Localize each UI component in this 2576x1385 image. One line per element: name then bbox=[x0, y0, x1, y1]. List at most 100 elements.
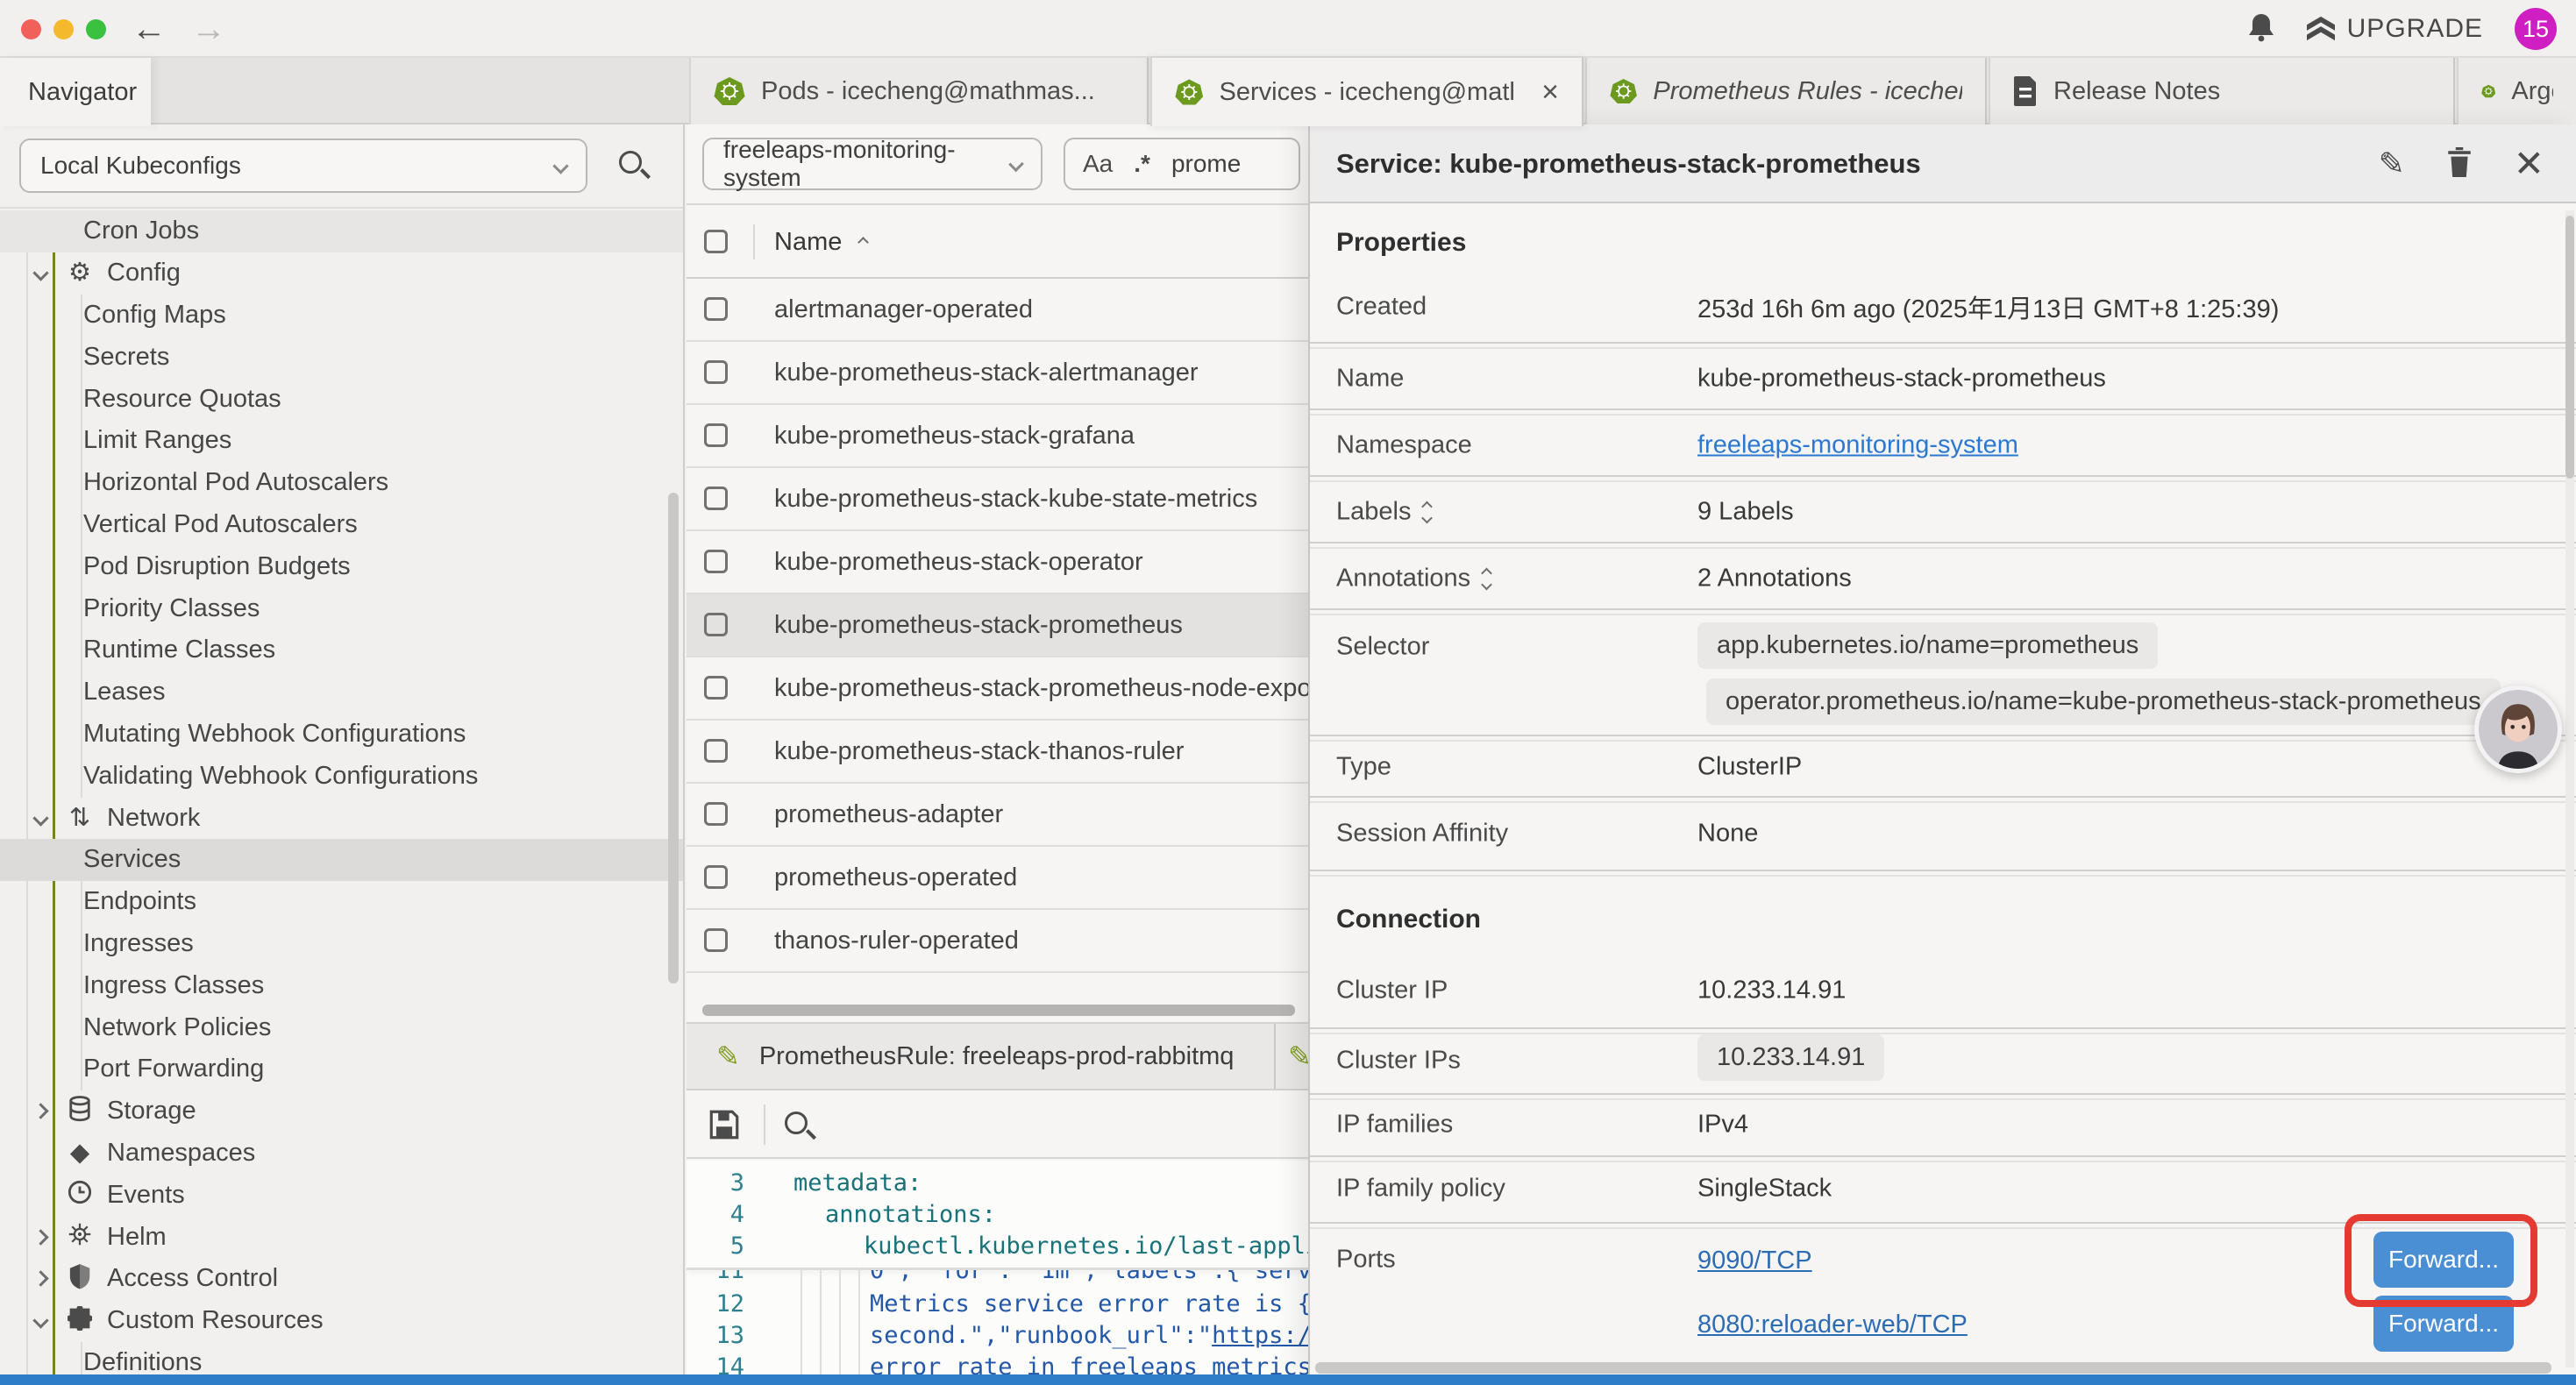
sidebar-item-secrets[interactable]: Secrets bbox=[0, 336, 683, 378]
sidebar-item-port-forwarding[interactable]: Port Forwarding bbox=[0, 1048, 683, 1090]
row-checkbox[interactable] bbox=[704, 360, 728, 384]
cluster-ip-chip[interactable]: 10.233.14.91 bbox=[1697, 1034, 1884, 1081]
expand-collapse-icon[interactable] bbox=[1483, 569, 1491, 588]
row-checkbox[interactable] bbox=[704, 613, 728, 636]
chevron-right-icon[interactable] bbox=[32, 1271, 48, 1287]
service-row[interactable]: kube-prometheus-stack-alertmanager bbox=[687, 342, 1308, 405]
chevron-right-icon[interactable] bbox=[32, 1229, 48, 1245]
port-link[interactable]: 8080:reloader-web/TCP bbox=[1697, 1310, 1968, 1339]
name-column-header[interactable]: Name bbox=[774, 228, 842, 257]
sidebar-item-endpoints[interactable]: Endpoints bbox=[0, 881, 683, 923]
upgrade-button[interactable]: UPGRADE bbox=[2307, 14, 2483, 44]
select-all-checkbox[interactable] bbox=[704, 230, 728, 253]
sidebar-item-leases[interactable]: Leases bbox=[0, 671, 683, 714]
sidebar-item-services[interactable]: Services bbox=[0, 839, 683, 881]
sidebar-group-access-control[interactable]: Access Control bbox=[0, 1258, 683, 1300]
tab-prometheus-rules[interactable]: Prometheus Rules - icecheng... bbox=[1585, 58, 1987, 124]
sidebar-item-events[interactable]: Events bbox=[0, 1174, 683, 1216]
edit-pencil-icon[interactable]: ✎ bbox=[2379, 146, 2405, 182]
delete-trash-icon[interactable] bbox=[2447, 147, 2472, 181]
scrollbar-thumb[interactable] bbox=[2565, 216, 2574, 479]
sidebar-item-network-policies[interactable]: Network Policies bbox=[0, 1006, 683, 1048]
sidebar-item-limit-ranges[interactable]: Limit Ranges bbox=[0, 420, 683, 462]
chevron-down-icon[interactable] bbox=[32, 810, 48, 826]
row-value[interactable]: 2 Annotations bbox=[1697, 565, 1852, 593]
back-arrow-icon[interactable]: ← bbox=[132, 10, 167, 49]
sidebar-item-vertical-pod-autoscalers[interactable]: Vertical Pod Autoscalers bbox=[0, 504, 683, 546]
sidebar-item-horizontal-pod-autoscalers[interactable]: Horizontal Pod Autoscalers bbox=[0, 462, 683, 504]
maximize-window-button[interactable] bbox=[86, 19, 106, 39]
tab-pods[interactable]: Pods - icecheng@mathmas... bbox=[689, 58, 1149, 124]
sidebar-item-config-maps[interactable]: Config Maps bbox=[0, 295, 683, 337]
forward-arrow-icon[interactable]: → bbox=[191, 10, 226, 49]
close-window-button[interactable] bbox=[21, 19, 41, 39]
sidebar-search-icon[interactable] bbox=[619, 151, 642, 174]
minimize-window-button[interactable] bbox=[53, 19, 74, 39]
navigator-panel-tab[interactable]: Navigator bbox=[0, 58, 151, 126]
row-checkbox[interactable] bbox=[704, 928, 728, 952]
service-row[interactable]: prometheus-adapter bbox=[687, 784, 1308, 847]
service-row-selected[interactable]: kube-prometheus-stack-prometheus bbox=[687, 594, 1308, 657]
bell-icon[interactable] bbox=[2247, 12, 2275, 46]
port-link[interactable]: 9090/TCP bbox=[1697, 1246, 1812, 1275]
code-link[interactable]: https://net bbox=[1212, 1322, 1308, 1349]
tab-argo[interactable]: Argo Se bbox=[2457, 58, 2576, 124]
editor-tab-partial[interactable]: ✎ bbox=[1277, 1024, 1308, 1089]
sidebar-item-validating-webhook-configurations[interactable]: Validating Webhook Configurations bbox=[0, 755, 683, 797]
row-checkbox[interactable] bbox=[704, 865, 728, 889]
service-row[interactable]: kube-prometheus-stack-kube-state-metrics bbox=[687, 468, 1308, 531]
sidebar-group-storage[interactable]: Storage bbox=[0, 1090, 683, 1133]
sidebar-item-cron-jobs[interactable]: Cron Jobs bbox=[0, 210, 683, 252]
kubeconfig-selector[interactable]: Local Kubeconfigs bbox=[19, 138, 587, 193]
sidebar-scrollbar[interactable] bbox=[668, 493, 679, 984]
namespace-selector[interactable]: freeleaps-monitoring-system bbox=[702, 138, 1042, 190]
editor-search-icon[interactable] bbox=[785, 1112, 808, 1134]
sidebar-group-helm[interactable]: Helm bbox=[0, 1216, 683, 1258]
row-checkbox[interactable] bbox=[704, 676, 728, 700]
row-checkbox[interactable] bbox=[704, 487, 728, 510]
service-row[interactable]: prometheus-operated bbox=[687, 847, 1308, 910]
tab-release-notes[interactable]: Release Notes bbox=[1989, 58, 2455, 124]
namespace-link[interactable]: freeleaps-monitoring-system bbox=[1697, 431, 2018, 460]
expand-collapse-icon[interactable] bbox=[1423, 502, 1431, 522]
sidebar-group-config[interactable]: ⚙ Config bbox=[0, 252, 683, 295]
user-avatar[interactable] bbox=[2474, 685, 2562, 773]
sidebar-item-pod-disruption-budgets[interactable]: Pod Disruption Budgets bbox=[0, 545, 683, 587]
sidebar-item-ingresses[interactable]: Ingresses bbox=[0, 923, 683, 965]
yaml-editor[interactable]: 3metadata: 4annotations: 5kubectl.kubern… bbox=[687, 1161, 1308, 1385]
sidebar-item-runtime-classes[interactable]: Runtime Classes bbox=[0, 629, 683, 671]
row-checkbox[interactable] bbox=[704, 802, 728, 826]
notification-count-badge[interactable]: 15 bbox=[2515, 8, 2557, 50]
horizontal-scrollbar[interactable] bbox=[702, 1005, 1295, 1016]
selector-chip[interactable]: operator.prometheus.io/name=kube-prometh… bbox=[1706, 678, 2501, 725]
chevron-down-icon[interactable] bbox=[32, 1312, 48, 1328]
list-search-box[interactable]: Aa .* bbox=[1064, 138, 1300, 190]
close-icon[interactable]: ✕ bbox=[2514, 146, 2544, 182]
row-checkbox[interactable] bbox=[704, 550, 728, 573]
service-row[interactable]: alertmanager-operated bbox=[687, 279, 1308, 342]
sidebar-item-ingress-classes[interactable]: Ingress Classes bbox=[0, 964, 683, 1006]
service-row[interactable]: kube-prometheus-stack-grafana bbox=[687, 405, 1308, 468]
row-checkbox[interactable] bbox=[704, 423, 728, 447]
tab-services-active[interactable]: Services - icecheng@math... × bbox=[1150, 58, 1583, 126]
sort-ascending-icon[interactable] bbox=[857, 237, 869, 248]
service-row[interactable]: kube-prometheus-stack-thanos-ruler bbox=[687, 721, 1308, 784]
match-case-toggle[interactable]: Aa bbox=[1083, 150, 1113, 178]
row-checkbox[interactable] bbox=[704, 297, 728, 321]
service-row[interactable]: kube-prometheus-stack-operator bbox=[687, 531, 1308, 594]
chevron-right-icon[interactable] bbox=[32, 1103, 48, 1119]
chevron-down-icon[interactable] bbox=[32, 265, 48, 281]
regex-toggle[interactable]: .* bbox=[1134, 150, 1150, 178]
sidebar-group-custom-resources[interactable]: Custom Resources bbox=[0, 1300, 683, 1342]
search-input[interactable] bbox=[1171, 150, 1285, 178]
detail-horizontal-scrollbar[interactable] bbox=[1315, 1362, 2551, 1374]
editor-tab-prometheusrule[interactable]: ✎ PrometheusRule: freeleaps-prod-rabbitm… bbox=[687, 1024, 1276, 1089]
sidebar-group-network[interactable]: ⇅ Network bbox=[0, 797, 683, 839]
row-checkbox[interactable] bbox=[704, 739, 728, 763]
sidebar-item-resource-quotas[interactable]: Resource Quotas bbox=[0, 378, 683, 420]
service-row[interactable]: kube-prometheus-stack-prometheus-node-ex… bbox=[687, 657, 1308, 721]
sidebar-item-mutating-webhook-configurations[interactable]: Mutating Webhook Configurations bbox=[0, 714, 683, 756]
sidebar-item-priority-classes[interactable]: Priority Classes bbox=[0, 587, 683, 629]
row-value[interactable]: 9 Labels bbox=[1697, 498, 1794, 527]
tab-close-icon[interactable]: × bbox=[1541, 77, 1559, 107]
